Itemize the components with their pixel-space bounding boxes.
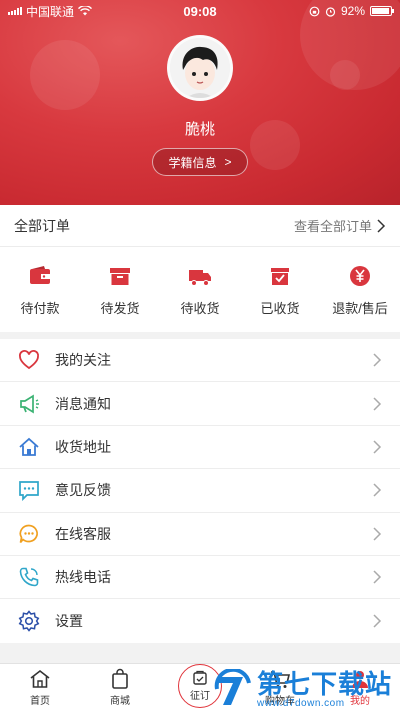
settings-menu: 我的关注 消息通知 收货地址 意见反馈 在线客服 热线电话 设置 [0,339,400,643]
heart-icon [19,350,39,370]
order-pending-payment[interactable]: 待付款 [0,247,80,332]
avatar-face-icon [170,38,230,98]
tab-home[interactable]: 首页 [0,664,80,711]
bokeh-decoration [330,60,360,90]
watermark-title: 第七下载站 [256,668,392,699]
avatar[interactable] [167,35,233,101]
subscribe-icon [193,670,207,685]
order-status-row: 待付款 待发货 待收货 已收货 退款/售后 [0,247,400,332]
tab-mall[interactable]: 商城 [80,664,160,711]
chevron-right-icon [373,353,382,367]
view-all-orders-label: 查看全部订单 [293,219,372,234]
battery-icon [370,6,394,16]
chevron-right-icon [373,483,382,497]
student-info-arrow: > [224,155,232,169]
menu-item-follows[interactable]: 我的关注 [0,339,400,383]
chevron-right-icon [373,397,382,411]
tab-label: 首页 [30,696,50,707]
battery-percent: 92% [340,4,365,18]
chevron-right-icon [373,440,382,454]
chevron-right-icon [373,614,382,628]
wifi-icon [78,6,93,16]
received-box-icon [271,267,289,285]
watermark: 第七下载站 www.d7down.com [213,669,392,709]
bag-icon [112,668,128,689]
order-pending-shipment[interactable]: 待发货 [80,247,160,332]
username: 脆桃 [184,121,215,138]
menu-label: 收货地址 [55,438,111,455]
order-label: 待付款 [20,300,60,316]
menu-item-feedback[interactable]: 意见反馈 [0,469,400,513]
menu-item-hotline[interactable]: 热线电话 [0,556,400,600]
phone-icon [19,567,39,587]
clock: 09:08 [183,3,217,19]
chat-icon [19,481,39,502]
view-all-orders-link[interactable]: 查看全部订单 [294,216,386,235]
bokeh-decoration [30,40,100,110]
menu-item-settings[interactable]: 设置 [0,599,400,642]
menu-label: 我的关注 [55,352,111,369]
profile-header: 中国联通 09:08 92% 脆桃 学籍信息 > [0,0,400,205]
carrier-name: 中国联通 [26,4,75,19]
house-icon [19,437,39,456]
orientation-lock-icon [309,6,320,16]
menu-label: 在线客服 [55,525,111,542]
menu-label: 热线电话 [55,569,111,586]
signal-icon [8,7,22,15]
megaphone-icon [20,394,39,414]
chevron-right-icon [373,570,382,584]
orders-title: 全部订单 [14,217,70,234]
order-label: 待收货 [180,300,220,316]
yen-icon [350,265,370,286]
student-info-button[interactable]: 学籍信息 > [152,148,248,176]
order-label: 待发货 [100,300,140,316]
alarm-icon [325,6,336,17]
student-info-label: 学籍信息 [168,155,217,170]
chat-bubble-icon [19,524,38,543]
menu-item-notifications[interactable]: 消息通知 [0,382,400,426]
watermark-url: www.d7down.com [256,697,345,709]
bottom-tab-bar: 首页 商城 征订 购物车 我的 第七下载站 www.d7down.com [0,663,400,711]
gear-icon [18,610,40,632]
menu-label: 消息通知 [55,395,111,412]
wallet-icon [30,265,50,284]
menu-item-address[interactable]: 收货地址 [0,426,400,470]
status-bar: 中国联通 09:08 92% [0,0,400,22]
order-refund[interactable]: 退款/售后 [320,247,400,332]
orders-header[interactable]: 全部订单 查看全部订单 [0,205,400,247]
menu-item-online-service[interactable]: 在线客服 [0,513,400,556]
order-label: 已收货 [260,300,300,316]
orders-panel: 全部订单 查看全部订单 待付款 待发货 待收货 已收货 退款/售后 [0,205,400,332]
chevron-right-icon [377,218,386,233]
chevron-right-icon [373,527,382,541]
box-icon [110,267,130,285]
menu-label: 意见反馈 [55,482,111,499]
menu-label: 设置 [55,613,83,630]
tab-label: 征订 [190,691,210,702]
truck-icon [189,269,211,286]
tab-label: 商城 [110,696,130,707]
home-icon [30,669,50,688]
watermark-logo-icon [214,669,251,705]
order-label: 退款/售后 [332,300,388,316]
order-pending-receipt[interactable]: 待收货 [160,247,240,332]
order-received[interactable]: 已收货 [240,247,320,332]
